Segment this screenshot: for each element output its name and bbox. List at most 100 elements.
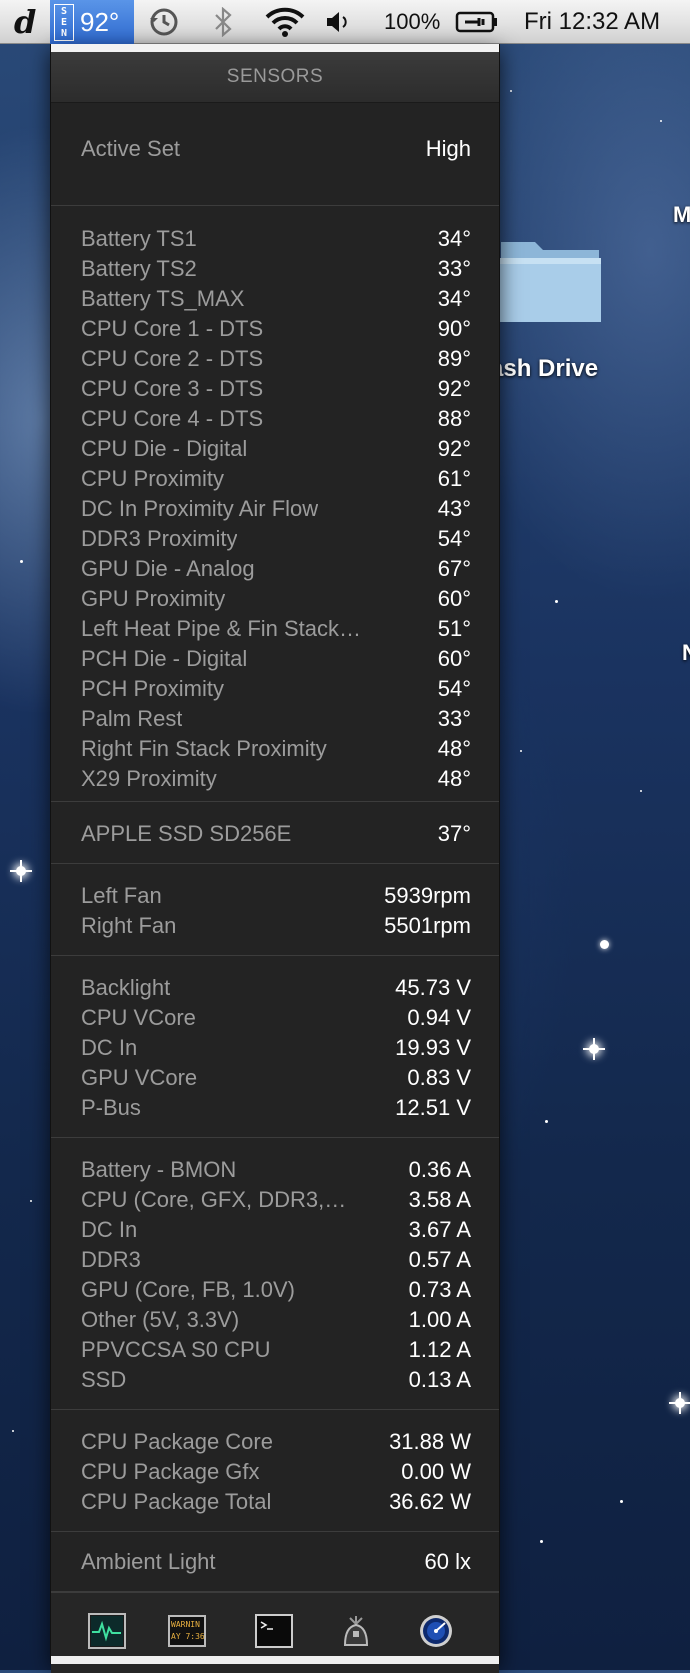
sensor-row[interactable]: PCH Die - Digital 60°	[81, 644, 471, 674]
sensor-row[interactable]: DC In 19.93 V	[81, 1033, 471, 1063]
console-icon[interactable]: WARNIN AY 7:36	[168, 1613, 206, 1649]
sensor-row[interactable]: Ambient Light 60 lx	[81, 1547, 471, 1577]
sensor-value: 33°	[437, 706, 471, 731]
sensors-panel: SENSORS Active Set High Battery TS1 34° Ba…	[50, 44, 500, 1673]
power-section: CPU Package Core 31.88 W CPU Package Gfx 0.…	[51, 1410, 499, 1532]
sensor-row[interactable]: GPU Die - Analog 67°	[81, 554, 471, 584]
volume-icon[interactable]	[324, 0, 350, 44]
sensor-row[interactable]: GPU Proximity 60°	[81, 584, 471, 614]
sensor-value: 45.73 V	[395, 975, 471, 1000]
sensors-label: S E N	[54, 3, 74, 41]
sensor-row[interactable]: DC In Proximity Air Flow 43°	[81, 494, 471, 524]
app-logo[interactable]: d	[14, 0, 36, 44]
time-machine-icon[interactable]	[148, 0, 180, 44]
sensor-row[interactable]: P-Bus 12.51 V	[81, 1093, 471, 1123]
sensor-row[interactable]: CPU Core 4 - DTS 88°	[81, 404, 471, 434]
sensor-value: 34°	[437, 286, 471, 311]
sensor-value: 33°	[437, 256, 471, 281]
sensor-value: 51°	[437, 616, 471, 641]
sensor-value: 1.00 A	[408, 1307, 471, 1332]
sensor-row[interactable]: CPU Package Core 31.88 W	[81, 1427, 471, 1457]
sensor-label: CPU Package Core	[81, 1429, 273, 1454]
sensor-row[interactable]: GPU (Core, FB, 1.0V) 0.73 A	[81, 1275, 471, 1305]
sensor-row[interactable]: SSD 0.13 A	[81, 1365, 471, 1395]
star	[510, 90, 512, 92]
sensor-value: 3.58 A	[408, 1187, 471, 1212]
sensor-value: 37°	[437, 821, 471, 846]
sensor-row[interactable]: CPU (Core, GFX, DDR3,… 3.58 A	[81, 1185, 471, 1215]
sensor-row[interactable]: CPU Die - Digital 92°	[81, 434, 471, 464]
sensor-label: SSD	[81, 1367, 127, 1392]
sensor-row[interactable]: Right Fan 5501rpm	[81, 911, 471, 941]
desktop-item-label[interactable]: M	[673, 202, 690, 228]
wifi-icon[interactable]	[264, 0, 306, 44]
sensor-row[interactable]: CPU Package Total 36.62 W	[81, 1487, 471, 1517]
sensor-row[interactable]: DC In 3.67 A	[81, 1215, 471, 1245]
sensor-value: 34°	[437, 226, 471, 251]
sensor-row[interactable]: DDR3 0.57 A	[81, 1245, 471, 1275]
sensor-label: CPU Core 4 - DTS	[81, 406, 264, 431]
sensor-value: 92°	[437, 376, 471, 401]
sensor-row[interactable]: Backlight 45.73 V	[81, 973, 471, 1003]
battery-percentage[interactable]: 100%	[384, 0, 440, 44]
sensor-row[interactable]: CPU Proximity 61°	[81, 464, 471, 494]
sensor-value: 19.93 V	[395, 1035, 471, 1060]
sensor-label: CPU Core 2 - DTS	[81, 346, 264, 371]
disk-utility-icon[interactable]	[417, 1613, 455, 1649]
bluetooth-icon[interactable]	[214, 0, 232, 44]
menubar-temperature: 92°	[80, 6, 120, 37]
sensor-row[interactable]: CPU VCore 0.94 V	[81, 1003, 471, 1033]
sensor-label: Battery TS_MAX	[81, 286, 245, 311]
sensor-value: 48°	[437, 736, 471, 761]
sensor-row[interactable]: APPLE SSD SD256E 37°	[81, 819, 471, 849]
active-set-row[interactable]: Active Set High	[81, 134, 471, 164]
sensor-value: 92°	[437, 436, 471, 461]
sensor-row[interactable]: Other (5V, 3.3V) 1.00 A	[81, 1305, 471, 1335]
sensor-value: High	[425, 136, 471, 161]
terminal-icon[interactable]	[255, 1613, 293, 1649]
sensor-row[interactable]: PPVCCSA S0 CPU 1.12 A	[81, 1335, 471, 1365]
sensor-row[interactable]: DDR3 Proximity 54°	[81, 524, 471, 554]
sensor-label: APPLE SSD SD256E	[81, 821, 292, 846]
sensor-value: 60°	[437, 646, 471, 671]
sensor-row[interactable]: PCH Proximity 54°	[81, 674, 471, 704]
sensor-label: Battery - BMON	[81, 1157, 237, 1182]
sensor-row[interactable]: X29 Proximity 48°	[81, 764, 471, 794]
menubar-clock[interactable]: Fri 12:32 AM	[524, 0, 660, 44]
sensor-value: 31.88 W	[389, 1429, 471, 1454]
star	[520, 750, 522, 752]
sensor-label: GPU VCore	[81, 1065, 198, 1090]
sensor-row[interactable]: CPU Package Gfx 0.00 W	[81, 1457, 471, 1487]
desktop-item-label[interactable]: N	[682, 640, 690, 666]
star	[20, 560, 23, 563]
system-information-icon[interactable]	[337, 1613, 375, 1649]
folder-label[interactable]: ash Drive	[490, 355, 598, 383]
sensor-value: 89°	[437, 346, 471, 371]
sensor-row[interactable]: CPU Core 1 - DTS 90°	[81, 314, 471, 344]
sensor-row[interactable]: Battery TS_MAX 34°	[81, 284, 471, 314]
sensor-row[interactable]: Left Fan 5939rpm	[81, 881, 471, 911]
sensor-value: 48°	[437, 766, 471, 791]
sensors-menu-extra[interactable]: S E N 92°	[50, 0, 134, 44]
sensor-label: PPVCCSA S0 CPU	[81, 1337, 271, 1362]
folder-icon[interactable]	[495, 228, 605, 328]
sensor-label: CPU Core 3 - DTS	[81, 376, 264, 401]
star	[545, 1120, 548, 1123]
sensor-value: 0.73 A	[408, 1277, 471, 1302]
sensor-label: GPU Proximity	[81, 586, 226, 611]
sensor-row[interactable]: Right Fin Stack Proximity 48°	[81, 734, 471, 764]
sensor-row[interactable]: CPU Core 3 - DTS 92°	[81, 374, 471, 404]
sensor-label: GPU Die - Analog	[81, 556, 255, 581]
sensor-row[interactable]: Left Heat Pipe & Fin Stack… 51°	[81, 614, 471, 644]
battery-icon[interactable]	[455, 0, 499, 44]
sensor-label: PCH Proximity	[81, 676, 225, 701]
sensor-row[interactable]: GPU VCore 0.83 V	[81, 1063, 471, 1093]
sensor-row[interactable]: Palm Rest 33°	[81, 704, 471, 734]
sensor-row[interactable]: Battery - BMON 0.36 A	[81, 1155, 471, 1185]
sensor-row[interactable]: CPU Core 2 - DTS 89°	[81, 344, 471, 374]
sensor-row[interactable]: Battery TS2 33°	[81, 254, 471, 284]
sensor-row[interactable]: Battery TS1 34°	[81, 224, 471, 254]
sensor-label: PCH Die - Digital	[81, 646, 248, 671]
voltages-section: Backlight 45.73 V CPU VCore 0.94 V DC In 19.9…	[51, 956, 499, 1138]
activity-monitor-icon[interactable]	[88, 1613, 126, 1649]
